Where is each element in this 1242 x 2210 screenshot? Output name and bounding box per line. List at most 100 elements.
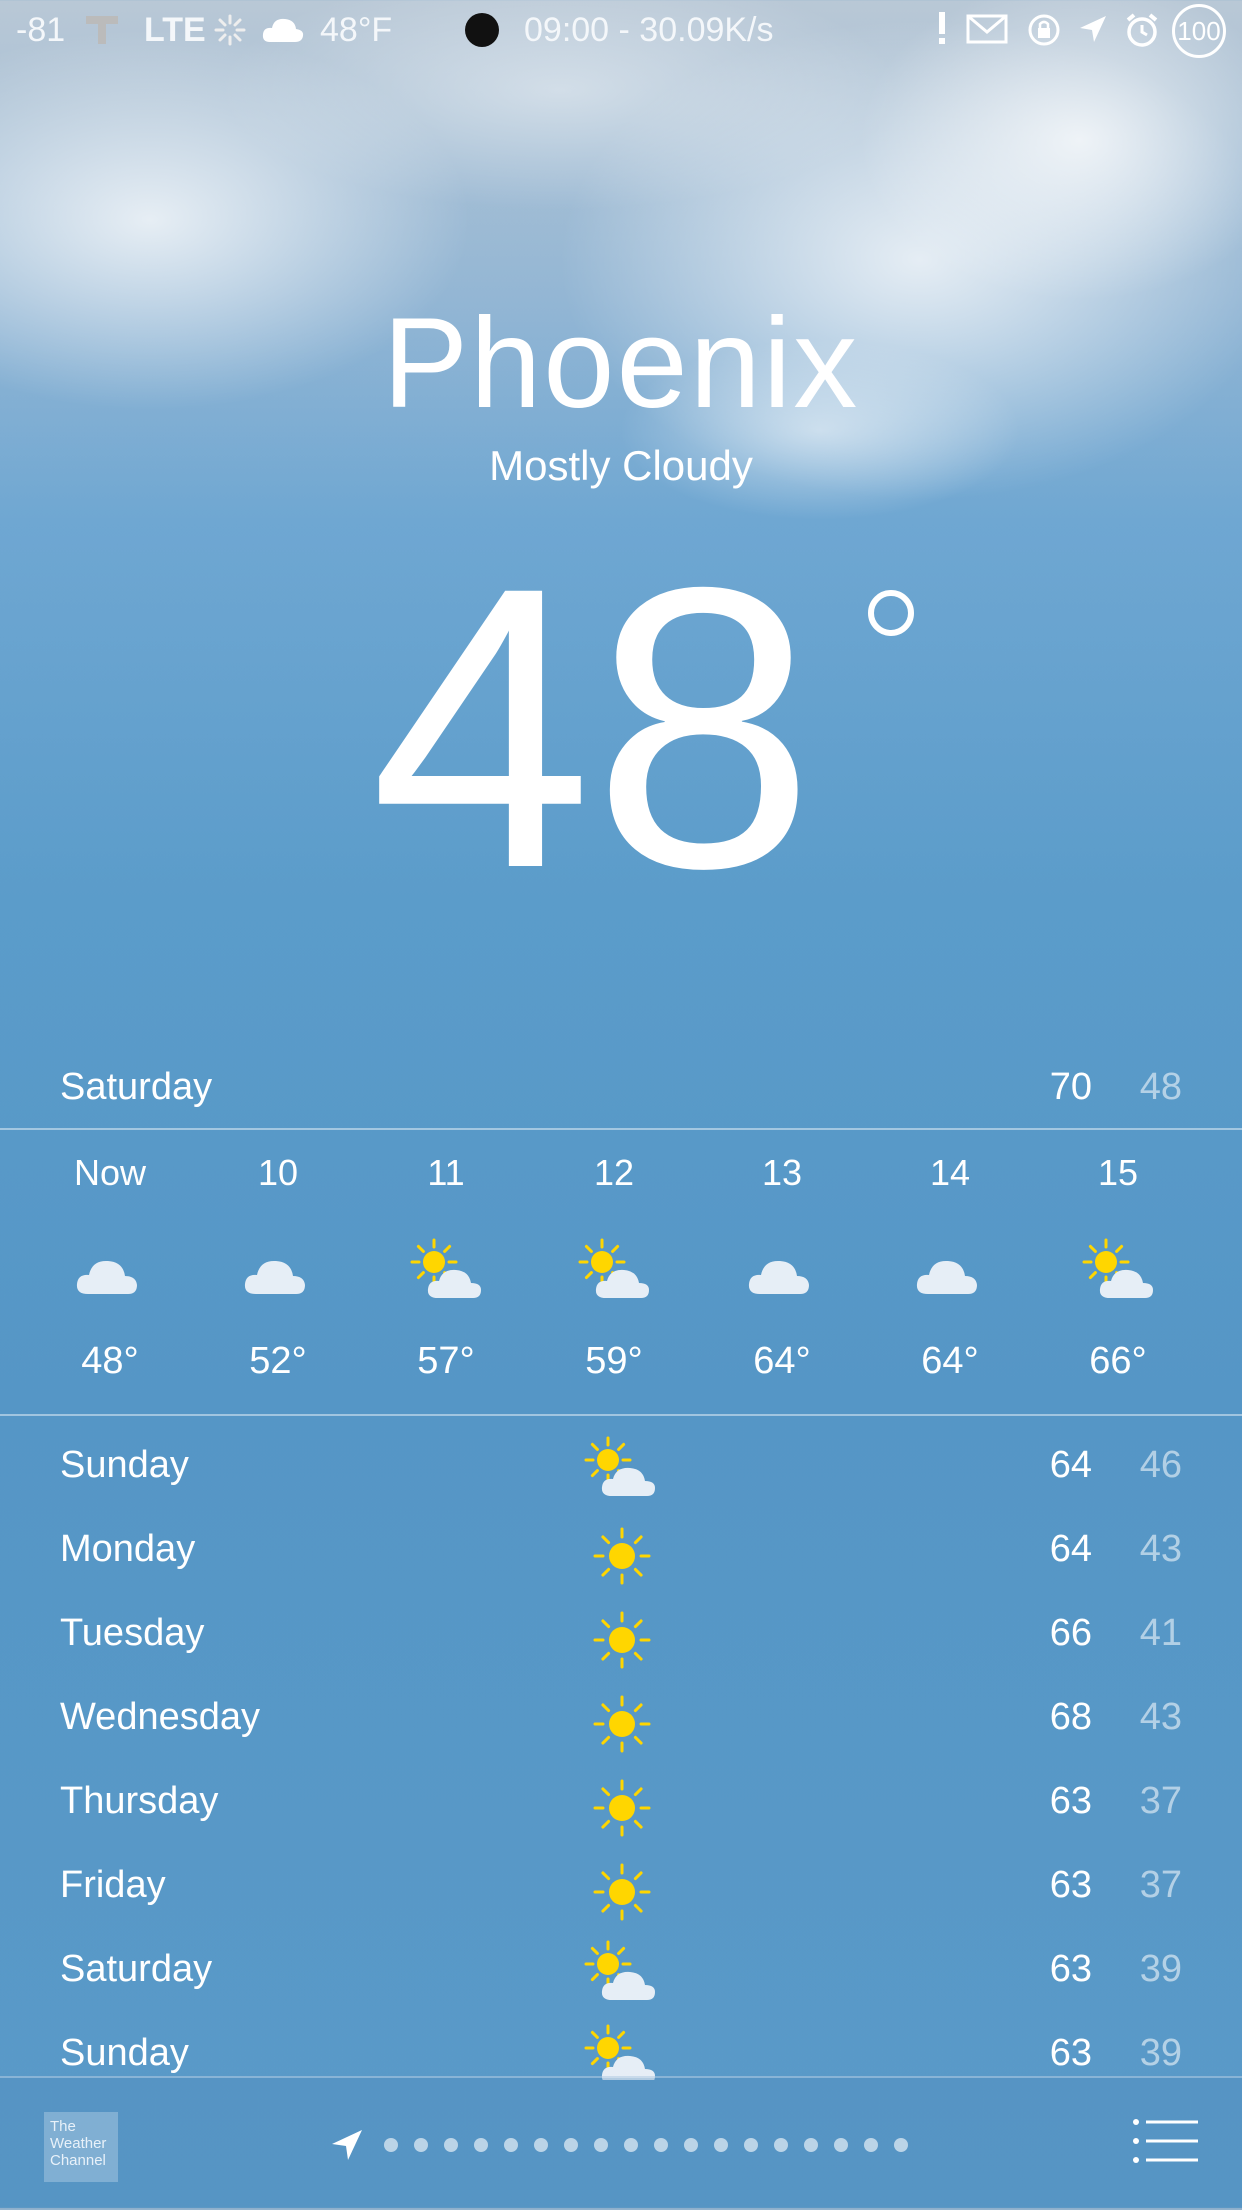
daily-day: Thursday (60, 1780, 219, 1822)
daily-day: Monday (60, 1528, 196, 1570)
cloud-icon (910, 1232, 990, 1312)
t-mobile-icon (84, 12, 120, 53)
hourly-time: 14 (929, 1152, 971, 1193)
daily-high: 64 (1049, 1444, 1092, 1486)
today-summary: Saturday 70 48 (60, 1060, 1182, 1112)
record-icon (464, 12, 500, 53)
cloud-icon (238, 1232, 318, 1312)
hourly-temp: 59° (585, 1340, 643, 1382)
page-dot[interactable] (384, 2138, 398, 2152)
daily-high: 63 (1049, 1948, 1092, 1990)
hourly-temp: 48° (81, 1340, 139, 1382)
hourly-time: 15 (1097, 1152, 1139, 1193)
page-dot[interactable] (414, 2138, 428, 2152)
today-low: 48 (1139, 1066, 1182, 1108)
daily-high: 63 (1049, 2032, 1092, 2074)
sun-icon (580, 1598, 664, 1682)
daily-day: Saturday (60, 1948, 213, 1990)
partly-sunny-icon (580, 2018, 664, 2080)
page-dot[interactable] (834, 2138, 848, 2152)
hourly-item: 13 64° (698, 1132, 866, 1412)
daily-low: 39 (1139, 1948, 1182, 1990)
page-dot[interactable] (624, 2138, 638, 2152)
status-bar: -81 LTE 48°F 09:00 - 30.09K/s 100 (0, 0, 1242, 62)
mail-icon (966, 14, 1008, 49)
page-dot[interactable] (714, 2138, 728, 2152)
page-dot[interactable] (594, 2138, 608, 2152)
page-dot[interactable] (744, 2138, 758, 2152)
daily-low: 43 (1139, 1528, 1182, 1570)
hourly-item: Now 48° (26, 1132, 194, 1412)
daily-row: Thursday 63 37 (60, 1766, 1182, 1850)
today-high: 70 (1049, 1066, 1092, 1108)
hourly-temp: 57° (417, 1340, 475, 1382)
weather-channel-logo-text: The Weather Channel (50, 2118, 107, 2169)
sun-icon (580, 1766, 664, 1850)
daily-day: Sunday (60, 1444, 189, 1486)
page-dot[interactable] (564, 2138, 578, 2152)
hourly-time: 12 (593, 1152, 635, 1193)
daily-row: Saturday 63 39 (60, 1934, 1182, 2018)
cloud-icon (742, 1232, 822, 1312)
bottom-toolbar: The Weather Channel (0, 2076, 1242, 2210)
city-list-button[interactable] (1132, 2118, 1198, 2164)
daily-low: 43 (1139, 1696, 1182, 1738)
hourly-item: 14 64° (866, 1132, 1034, 1412)
hourly-temp: 64° (753, 1340, 811, 1382)
daily-high: 63 (1049, 1864, 1092, 1906)
daily-low: 46 (1139, 1444, 1182, 1486)
daily-forecast[interactable]: Sunday 64 46 Monday 64 43 Tuesday 66 41 Wednesday… (60, 1430, 1182, 2080)
status-temperature: 48°F (320, 11, 393, 49)
signal-strength: -81 (16, 11, 66, 49)
page-dot[interactable] (504, 2138, 518, 2152)
list-icon (1132, 2119, 1198, 2168)
sun-icon (580, 1850, 664, 1934)
alarm-icon (1124, 12, 1160, 53)
battery-indicator: 100 (1172, 4, 1226, 58)
page-dot[interactable] (474, 2138, 488, 2152)
page-dot[interactable] (864, 2138, 878, 2152)
page-dot[interactable] (684, 2138, 698, 2152)
hourly-time: Now (73, 1152, 147, 1193)
status-clock: 09:00 - 30.09K/s (524, 11, 774, 49)
page-dot[interactable] (654, 2138, 668, 2152)
daily-high: 64 (1049, 1528, 1092, 1570)
location-icon (1078, 14, 1108, 49)
daily-row: Tuesday 66 41 (60, 1598, 1182, 1682)
page-dot[interactable] (534, 2138, 548, 2152)
hourly-forecast[interactable]: Now 48° 10 52° 11 57° 12 59° 13 64° 14 64° 15 66° (0, 1132, 1242, 1412)
hourly-temp: 52° (249, 1340, 307, 1382)
page-dot[interactable] (774, 2138, 788, 2152)
daily-row: Sunday 63 39 (60, 2018, 1182, 2080)
daily-low: 37 (1139, 1864, 1182, 1906)
rotation-lock-icon (1026, 12, 1062, 53)
daily-row: Monday 64 43 (60, 1514, 1182, 1598)
sun-icon (580, 1682, 664, 1766)
partly-sunny-icon (1078, 1232, 1158, 1312)
daily-row: Wednesday 68 43 (60, 1682, 1182, 1766)
daily-high: 63 (1049, 1780, 1092, 1822)
sun-icon (580, 1514, 664, 1598)
cloud-icon (70, 1232, 150, 1312)
weather-channel-logo[interactable]: The Weather Channel (44, 2112, 118, 2182)
hourly-time: 11 (427, 1152, 465, 1193)
daily-low: 39 (1139, 2032, 1182, 2074)
network-type: LTE (144, 11, 206, 49)
hourly-temp: 66° (1089, 1340, 1147, 1382)
divider (0, 1128, 1242, 1130)
page-dot[interactable] (444, 2138, 458, 2152)
daily-high: 68 (1049, 1696, 1092, 1738)
daily-day: Wednesday (60, 1696, 260, 1738)
page-dot[interactable] (894, 2138, 908, 2152)
partly-sunny-icon (580, 1430, 664, 1514)
hourly-item: 10 52° (194, 1132, 362, 1412)
degree-symbol (868, 590, 914, 636)
daily-day: Sunday (60, 2032, 189, 2074)
page-dot[interactable] (804, 2138, 818, 2152)
hourly-temp: 64° (921, 1340, 979, 1382)
daily-row: Sunday 64 46 (60, 1430, 1182, 1514)
alert-icon (934, 10, 950, 51)
weather-condition: Mostly Cloudy (489, 442, 753, 489)
daily-day: Tuesday (60, 1612, 205, 1654)
daily-row: Friday 63 37 (60, 1850, 1182, 1934)
